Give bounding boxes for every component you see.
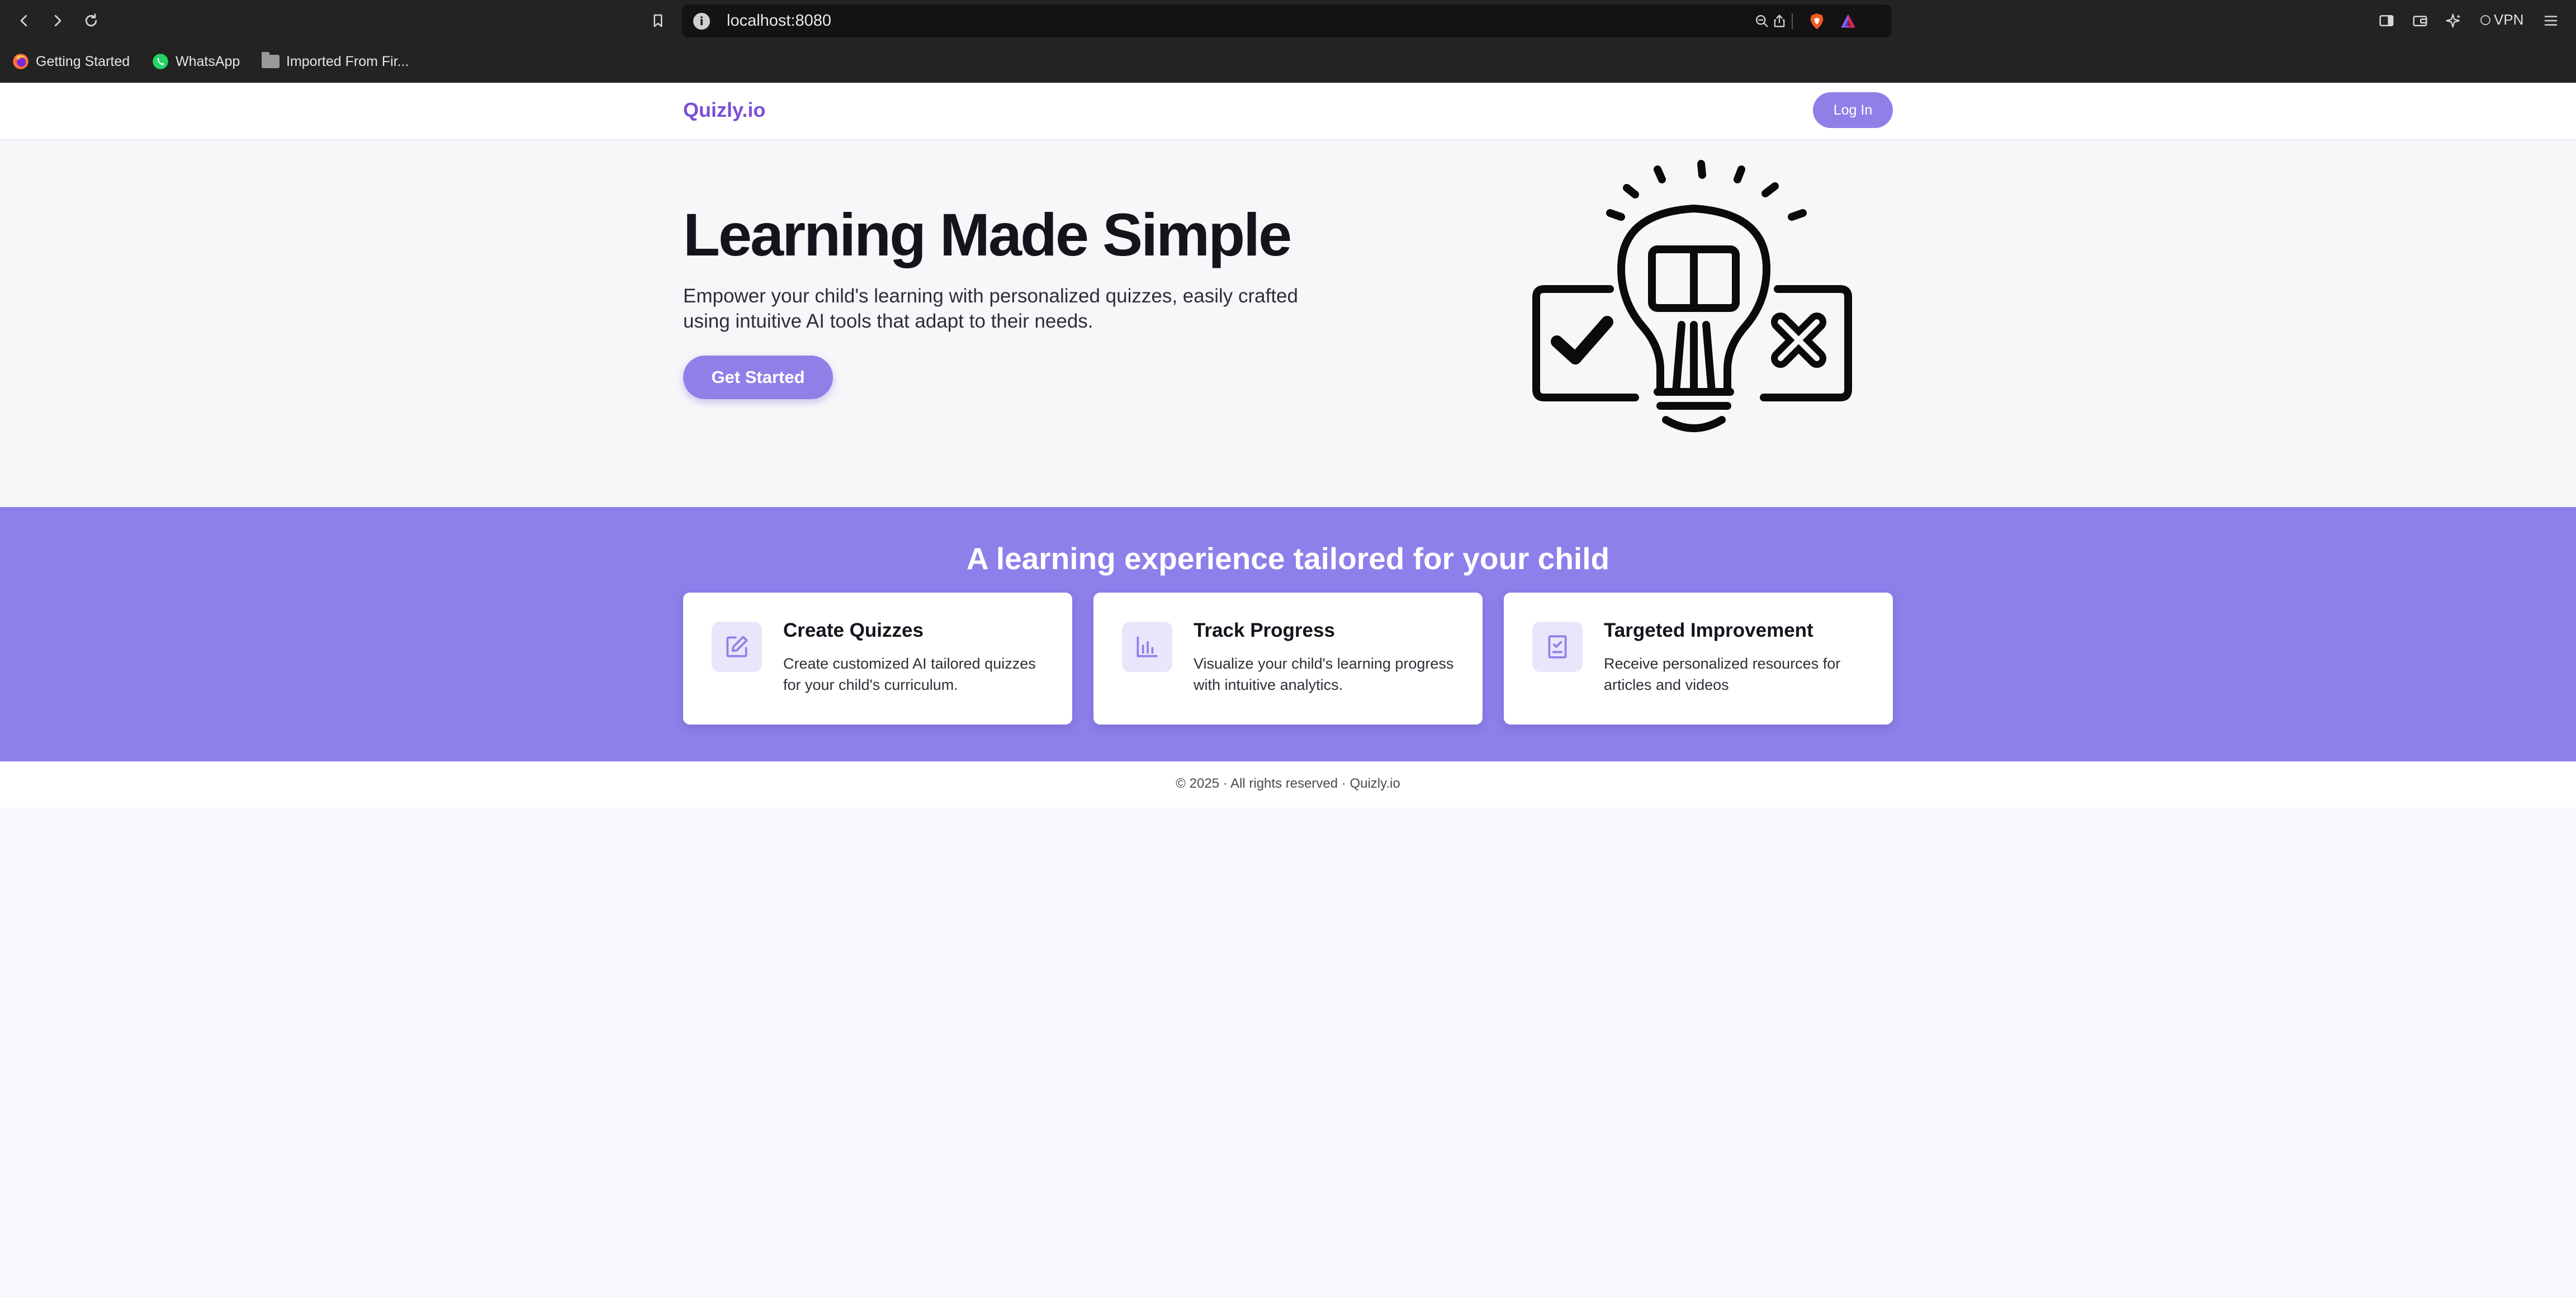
bookmark-imported-folder[interactable]: Imported From Fir... (262, 51, 409, 72)
feature-description: Visualize your child's learning progress… (1194, 655, 1454, 693)
lightbulb-quiz-illustration (1532, 160, 1852, 432)
browser-toolbar: i localhost:8080 VPN (0, 0, 2576, 42)
url-text[interactable]: localhost:8080 (727, 12, 831, 30)
hero-title: Learning Made Simple (683, 201, 1292, 268)
feature-description: Receive personalized resources for artic… (1604, 655, 1841, 693)
site-info-icon[interactable]: i (693, 13, 710, 30)
site-footer: © 2025 · All rights reserved · Quizly.io (0, 761, 2576, 807)
sidebar-icon (2379, 15, 2394, 26)
address-bar[interactable]: i localhost:8080 (682, 4, 1892, 37)
feature-card-create-quizzes: Create Quizzes Create customized AI tail… (683, 593, 1072, 725)
features-section: A learning experience tailored for your … (0, 507, 2576, 761)
wallet-icon (2413, 16, 2427, 26)
feature-description: Create customized AI tailored quizzes fo… (783, 655, 1036, 693)
reload-icon (85, 13, 97, 27)
back-button[interactable] (11, 8, 37, 34)
site-header: Quizly.io Log In (0, 83, 2576, 140)
site-logo[interactable]: Quizly.io (683, 98, 765, 122)
vpn-status-icon (2480, 15, 2490, 25)
url-separator (1792, 13, 1793, 29)
whatsapp-icon (153, 54, 168, 69)
get-started-button[interactable]: Get Started (683, 356, 833, 399)
forward-button[interactable] (45, 8, 70, 34)
hero-section: Learning Made Simple Empower your child'… (0, 140, 2576, 507)
feature-title: Targeted Improvement (1604, 619, 1813, 641)
browser-chrome: i localhost:8080 VPN Getting Started Wha… (0, 0, 2576, 83)
firefox-icon (13, 54, 29, 69)
edit-icon (712, 622, 762, 672)
reload-button[interactable] (78, 8, 104, 34)
feature-card-track-progress: Track Progress Visualize your child's le… (1093, 593, 1483, 725)
sidebar-toggle-button[interactable] (2374, 8, 2399, 34)
bookmarks-bar: Getting Started WhatsApp Imported From F… (0, 47, 2576, 76)
vpn-button[interactable]: VPN (2480, 11, 2523, 29)
login-button[interactable]: Log In (1813, 92, 1893, 128)
leo-ai-button[interactable] (2441, 8, 2466, 34)
features-heading: A learning experience tailored for your … (966, 541, 1610, 576)
sparkle-icon (2446, 13, 2461, 28)
bookmark-getting-started[interactable]: Getting Started (12, 51, 130, 72)
folder-icon (262, 52, 280, 68)
bookmark-icon (654, 14, 662, 27)
checklist-icon (1532, 622, 1583, 672)
check-icon (1551, 316, 1613, 365)
bar-chart-icon (1122, 622, 1172, 672)
ray-line (1654, 165, 1666, 183)
chevron-right-icon (54, 15, 61, 27)
bookmark-whatsapp[interactable]: WhatsApp (152, 51, 240, 72)
brave-rewards-icon[interactable] (1838, 12, 1858, 31)
ray-line (1697, 160, 1706, 179)
ray-line (1623, 184, 1639, 198)
hamburger-icon (2544, 16, 2558, 26)
menu-button[interactable] (2538, 8, 2564, 34)
wallet-button[interactable] (2407, 8, 2433, 34)
empty-page-area (0, 807, 2576, 1297)
ray-line (1761, 182, 1779, 197)
feature-title: Create Quizzes (783, 619, 924, 641)
ray-line (1734, 165, 1745, 183)
brave-shields-icon[interactable] (1807, 12, 1826, 31)
vpn-label: VPN (2494, 11, 2524, 28)
bookmark-button[interactable] (645, 8, 671, 34)
feature-card-targeted-improvement: Targeted Improvement Receive personalize… (1504, 593, 1893, 725)
share-icon[interactable] (1769, 11, 1789, 31)
chevron-left-icon (20, 15, 27, 27)
ray-line (1606, 209, 1625, 221)
footer-copyright: © 2025 · All rights reserved · Quizly.io (1176, 776, 1400, 791)
ray-line (1788, 209, 1807, 221)
feature-title: Track Progress (1194, 619, 1335, 641)
hero-subtitle: Empower your child's learning with perso… (683, 285, 1298, 332)
